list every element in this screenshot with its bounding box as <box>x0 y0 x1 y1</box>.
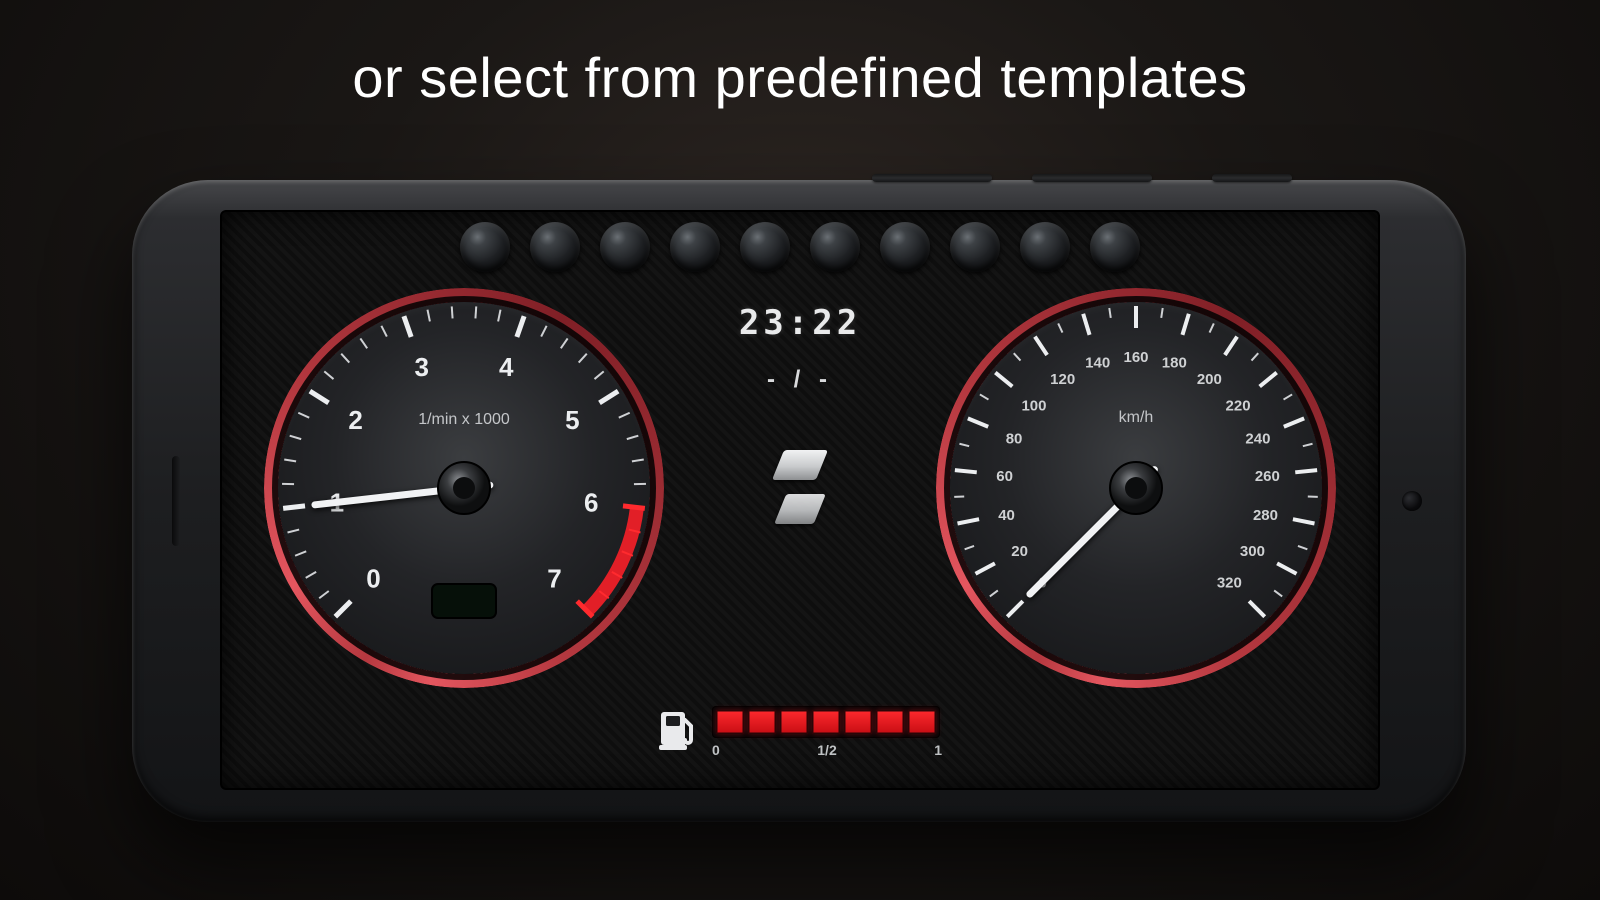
speed-unit-label: km/h <box>1119 409 1154 426</box>
svg-text:140: 140 <box>1085 355 1110 372</box>
svg-text:240: 240 <box>1245 430 1270 447</box>
center-info-column: 23:22 - / - <box>700 306 900 538</box>
status-led <box>1090 222 1140 272</box>
svg-text:2: 2 <box>348 405 362 435</box>
tach-lcd <box>432 584 496 618</box>
svg-text:320: 320 <box>1217 574 1242 591</box>
fuel-scale: 01/21 <box>712 742 942 758</box>
svg-text:280: 280 <box>1253 507 1278 524</box>
status-led-row <box>460 222 1140 272</box>
status-led <box>600 222 650 272</box>
svg-text:3: 3 <box>414 352 428 382</box>
clock-display: 23:22 <box>700 306 900 340</box>
svg-text:80: 80 <box>1006 430 1023 447</box>
svg-text:160: 160 <box>1123 349 1148 366</box>
lap-display: - / - <box>700 368 900 392</box>
fuel-gauge[interactable]: 01/21 <box>658 706 942 758</box>
speedometer-gauge[interactable]: 0204060801001201401601802002202402602803… <box>936 288 1336 688</box>
status-led <box>740 222 790 272</box>
dashboard-screen[interactable]: 01234567 1/min x 1000 020406080100120140… <box>220 210 1380 790</box>
svg-text:300: 300 <box>1240 543 1265 560</box>
status-led <box>670 222 720 272</box>
svg-text:0: 0 <box>366 564 380 594</box>
svg-text:6: 6 <box>584 487 598 517</box>
status-led <box>880 222 930 272</box>
status-led <box>1020 222 1070 272</box>
marketing-headline: or select from predefined templates <box>0 45 1600 110</box>
phone-speaker <box>172 456 180 546</box>
svg-text:220: 220 <box>1226 397 1251 414</box>
phone-volume-button <box>1032 174 1152 182</box>
svg-text:180: 180 <box>1162 355 1187 372</box>
tach-unit-label: 1/min x 1000 <box>418 411 510 428</box>
svg-text:7: 7 <box>547 564 561 594</box>
tachometer-gauge[interactable]: 01234567 1/min x 1000 <box>264 288 664 688</box>
status-led <box>810 222 860 272</box>
status-led <box>460 222 510 272</box>
svg-text:120: 120 <box>1050 371 1075 388</box>
fuel-pump-icon <box>658 706 698 750</box>
phone-mockup: 01234567 1/min x 1000 020406080100120140… <box>132 180 1466 822</box>
svg-text:4: 4 <box>499 352 514 382</box>
status-led <box>950 222 1000 272</box>
fuel-cells <box>712 706 940 738</box>
phone-power-button <box>1212 174 1292 182</box>
svg-text:100: 100 <box>1021 397 1046 414</box>
svg-text:200: 200 <box>1197 371 1222 388</box>
svg-text:60: 60 <box>996 468 1013 485</box>
svg-text:40: 40 <box>998 507 1015 524</box>
status-led <box>530 222 580 272</box>
phone-camera <box>1402 491 1422 511</box>
svg-text:5: 5 <box>565 405 579 435</box>
svg-text:20: 20 <box>1011 543 1028 560</box>
svg-text:260: 260 <box>1255 468 1280 485</box>
phone-volume-button <box>872 174 992 182</box>
gear-indicator <box>778 450 822 524</box>
